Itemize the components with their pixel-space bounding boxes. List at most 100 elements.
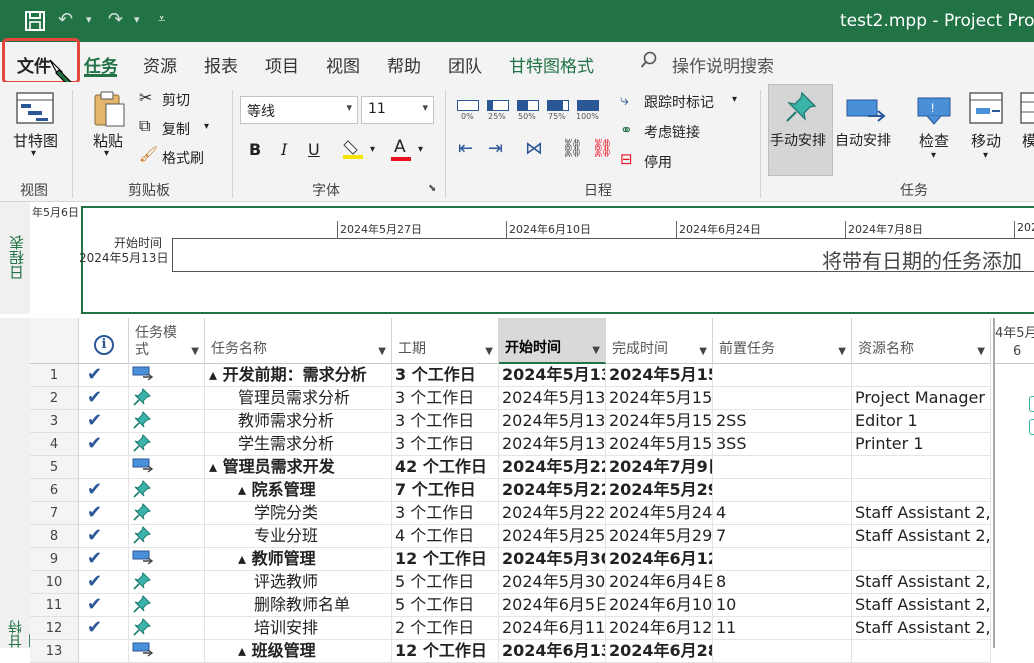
respect-links-button[interactable]: 考虑链接 (644, 122, 700, 142)
task-start-cell[interactable]: 2024年5月22 (499, 456, 606, 479)
row-number[interactable]: 4 (30, 433, 79, 456)
italic-button[interactable]: I (281, 140, 287, 159)
task-name-cell[interactable]: 评选教师 (205, 571, 392, 594)
underline-button[interactable]: U (308, 140, 320, 159)
task-start-cell[interactable]: 2024年5月22 (499, 502, 606, 525)
link-tasks-icon[interactable]: ⛓ (561, 138, 584, 159)
completed-check-icon[interactable]: ✔ (79, 617, 129, 640)
bold-button[interactable]: B (249, 140, 261, 159)
format-painter-button[interactable]: 格式刷 (162, 148, 204, 168)
completed-check-icon[interactable]: ✔ (79, 548, 129, 571)
task-pred-cell[interactable]: 10 (713, 594, 852, 617)
row-number[interactable]: 7 (30, 502, 79, 525)
task-start-cell[interactable]: 2024年5月22 (499, 479, 606, 502)
completed-check-icon[interactable]: ✔ (79, 364, 129, 387)
row-number[interactable]: 13 (30, 640, 79, 663)
chevron-down-icon[interactable]: ▼ (485, 346, 493, 357)
task-res-cell[interactable]: Staff Assistant 2,S (852, 617, 991, 640)
task-duration-cell[interactable]: 3 个工作日 (392, 502, 499, 525)
gantt-chart-icon[interactable] (16, 92, 54, 130)
undo-icon[interactable]: ↶ (58, 9, 73, 30)
task-pred-cell[interactable] (713, 640, 852, 663)
completed-check-icon[interactable]: ✔ (79, 410, 129, 433)
task-name-cell[interactable]: 培训安排 (205, 617, 392, 640)
format-painter-icon[interactable]: 🖌 (139, 145, 158, 163)
manually-scheduled-pushpin-icon[interactable] (129, 387, 205, 410)
inactivate-icon[interactable]: ⊟ (620, 150, 633, 168)
task-pred-cell[interactable]: 7 (713, 525, 852, 548)
tab-team[interactable]: 团队 (448, 52, 482, 77)
tab-help[interactable]: 帮助 (387, 52, 421, 77)
manually-scheduled-pushpin-icon[interactable] (129, 571, 205, 594)
task-start-cell[interactable]: 2024年5月30 (499, 571, 606, 594)
task-pred-cell[interactable]: 2SS (713, 410, 852, 433)
tab-view[interactable]: 视图 (326, 52, 360, 77)
column-header-duration[interactable]: 工期 ▼ (392, 318, 499, 364)
column-header-task-mode[interactable]: 任务模式 ▼ (129, 318, 205, 364)
task-duration-cell[interactable]: 5 个工作日 (392, 571, 499, 594)
manually-scheduled-pushpin-icon[interactable] (129, 594, 205, 617)
completed-check-icon[interactable]: ✔ (79, 525, 129, 548)
inspect-button[interactable]: 检查 (919, 130, 949, 151)
paste-dropdown-icon[interactable]: ▾ (104, 148, 109, 159)
task-finish-cell[interactable]: 2024年7月9日 (606, 456, 713, 479)
task-name-cell[interactable]: ▴ 院系管理 (205, 479, 392, 502)
task-duration-cell[interactable]: 3 个工作日 (392, 387, 499, 410)
task-res-cell[interactable]: Staff Assistant 2,S (852, 571, 991, 594)
unlink-tasks-icon[interactable]: ⛓ (591, 138, 614, 159)
chevron-down-icon[interactable]: ▼ (838, 346, 846, 357)
task-finish-cell[interactable]: 2024年6月12 (606, 548, 713, 571)
task-res-cell[interactable]: Editor 1 (852, 410, 991, 433)
task-res-cell[interactable]: Staff Assistant 2,S (852, 525, 991, 548)
auto-scheduled-icon[interactable] (129, 456, 205, 479)
completed-check-icon[interactable]: ✔ (79, 571, 129, 594)
task-finish-cell[interactable]: 2024年5月24 (606, 502, 713, 525)
row-number[interactable]: 8 (30, 525, 79, 548)
column-header-resources[interactable]: 资源名称 ▼ (852, 318, 991, 364)
seventyfive-percent-complete-icon[interactable] (547, 100, 569, 111)
task-res-cell[interactable] (852, 548, 991, 571)
save-icon[interactable] (24, 10, 46, 37)
task-res-cell[interactable] (852, 640, 991, 663)
tab-gantt-format[interactable]: 甘特图格式 (509, 52, 594, 77)
auto-schedule-icon[interactable] (846, 96, 886, 128)
gantt-view-dropdown-icon[interactable]: ▾ (31, 148, 36, 159)
auto-scheduled-icon[interactable] (129, 640, 205, 663)
column-header-predecessors[interactable]: 前置任务 ▼ (713, 318, 852, 364)
task-finish-cell[interactable]: 2024年5月29 (606, 525, 713, 548)
task-pred-cell[interactable] (713, 364, 852, 387)
respect-links-icon[interactable]: ⚭ (620, 121, 633, 139)
cut-icon[interactable]: ✂ (139, 88, 152, 107)
inactivate-button[interactable]: 停用 (644, 152, 672, 172)
task-mode-button[interactable]: 模 (1022, 130, 1034, 151)
auto-scheduled-icon[interactable] (129, 364, 205, 387)
task-res-cell[interactable]: Project Manager (852, 387, 991, 410)
cut-button[interactable]: 剪切 (162, 90, 190, 110)
copy-dropdown-icon[interactable]: ▾ (204, 121, 209, 132)
task-res-cell[interactable]: Staff Assistant 2,S (852, 594, 991, 617)
row-number[interactable]: 2 (30, 387, 79, 410)
task-name-cell[interactable]: ▴ 班级管理 (205, 640, 392, 663)
task-name-cell[interactable]: 专业分班 (205, 525, 392, 548)
customize-qat-icon[interactable]: ⩡ (158, 12, 165, 27)
task-duration-cell[interactable]: 5 个工作日 (392, 594, 499, 617)
chevron-down-icon[interactable]: ▼ (378, 346, 386, 357)
hundred-percent-complete-icon[interactable] (577, 100, 599, 111)
task-duration-cell[interactable]: 12 个工作日 (392, 548, 499, 571)
redo-dropdown-icon[interactable]: ▾ (134, 13, 140, 26)
task-duration-cell[interactable]: 42 个工作日 (392, 456, 499, 479)
task-pred-cell[interactable]: 4 (713, 502, 852, 525)
auto-schedule-button[interactable]: 自动安排 (835, 130, 891, 150)
chevron-down-icon[interactable]: ▼ (977, 346, 985, 357)
copy-icon[interactable]: ⧉ (139, 116, 150, 136)
row-number[interactable]: 1 (30, 364, 79, 387)
tab-resource[interactable]: 资源 (143, 52, 177, 77)
task-start-cell[interactable]: 2024年5月13 (499, 433, 606, 456)
highlight-dropdown-icon[interactable]: ▾ (370, 144, 375, 155)
column-header-info[interactable]: i (79, 318, 129, 364)
task-res-cell[interactable]: Staff Assistant 2,S (852, 502, 991, 525)
task-finish-cell[interactable]: 2024年6月28 (606, 640, 713, 663)
paste-icon[interactable] (92, 90, 126, 132)
manually-scheduled-pushpin-icon[interactable] (129, 410, 205, 433)
chevron-down-icon[interactable]: ▼ (699, 346, 707, 357)
